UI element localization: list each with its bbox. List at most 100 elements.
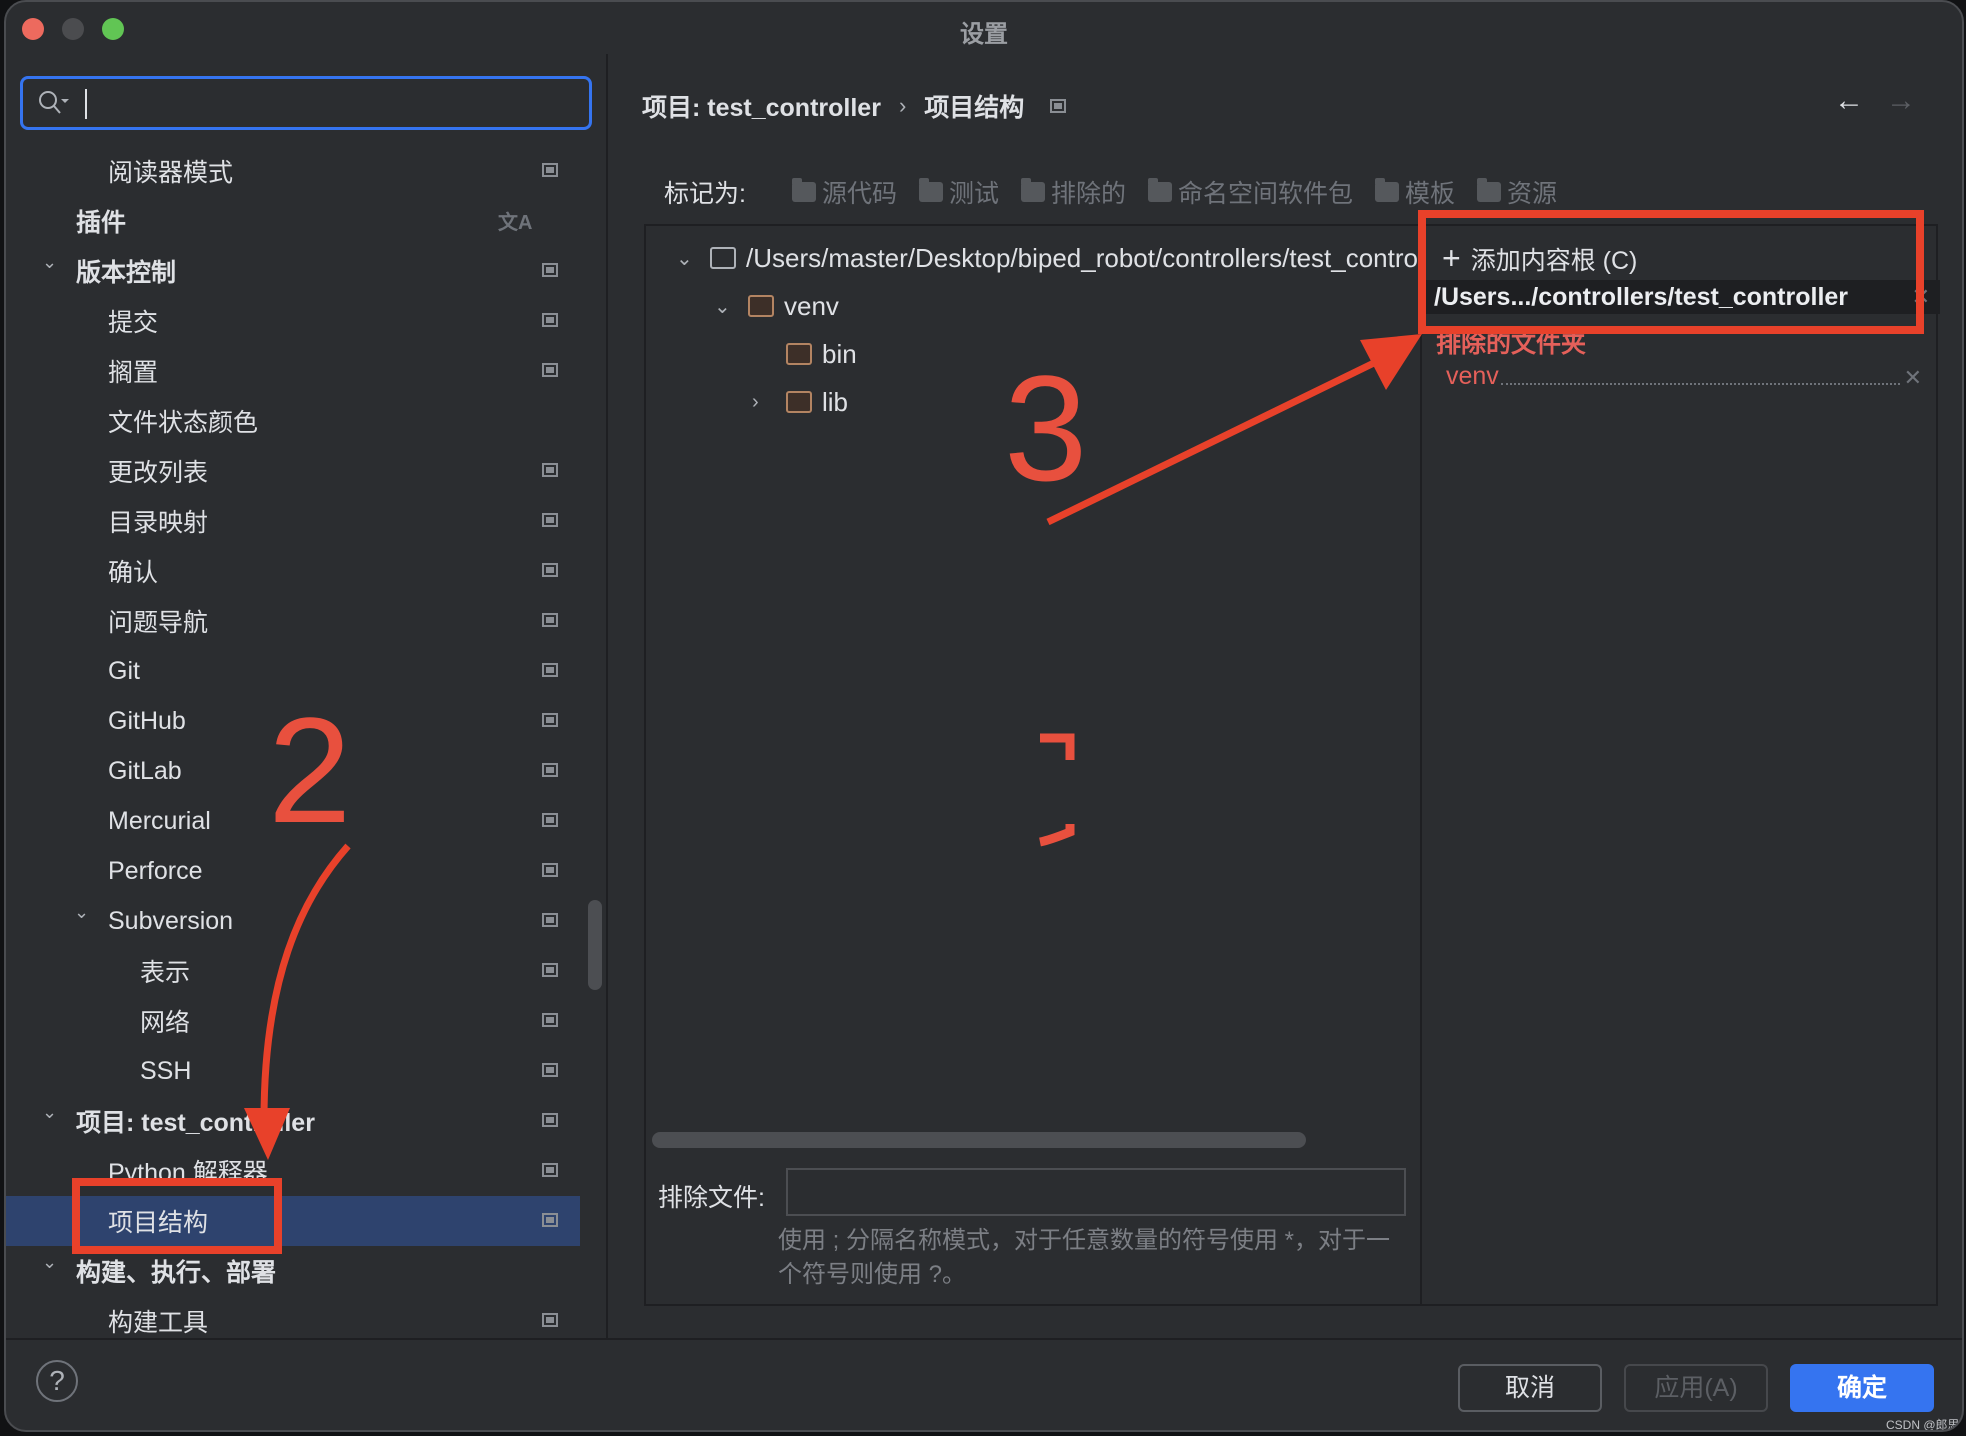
sidebar-item[interactable]: ⌄ 项目: test_controller [6, 1096, 580, 1146]
mark-as-button-label: 测试 [948, 180, 999, 208]
back-arrow-icon[interactable]: ← [1834, 84, 1864, 118]
sidebar-item[interactable]: ⌄ Subversion [6, 896, 580, 946]
sidebar-item-label: 版本控制 [76, 259, 177, 287]
project-scope-icon [542, 913, 558, 927]
sidebar-item[interactable]: GitHub [6, 696, 580, 746]
mark-as-label: 标记为: [664, 180, 746, 208]
mark-as-button[interactable]: 源代码 [791, 174, 897, 210]
mark-as-button[interactable]: 测试 [918, 174, 999, 210]
project-scope-icon [542, 613, 558, 627]
sidebar-item[interactable]: 插件 文A [6, 196, 580, 246]
tree-node[interactable]: ⌄ venv [714, 286, 839, 326]
settings-search-input[interactable] [20, 76, 592, 130]
mark-as-button-label: 资源 [1507, 180, 1558, 208]
sidebar-item[interactable]: 确认 [6, 546, 580, 596]
sidebar-item[interactable]: 搁置 [6, 346, 580, 396]
text-caret [85, 89, 87, 119]
sidebar-item[interactable]: 表示 [6, 946, 580, 996]
mark-as-button[interactable]: 模板 [1375, 174, 1455, 210]
sidebar-item[interactable]: Git [6, 646, 580, 696]
folder-icon [1148, 178, 1172, 202]
chevron-down-icon[interactable]: ⌄ [714, 294, 734, 319]
ok-button[interactable]: 确定 [1790, 1364, 1934, 1412]
sidebar-item-label: 阅读器模式 [108, 159, 234, 187]
settings-window: 设置 阅读器模式 插件 文A ⌄ 版本控制 提交 搁置 文件状态颜色 更改列表 目录映射 确认 问题导… [4, 0, 1964, 1432]
sidebar-item[interactable]: 项目结构 [6, 1196, 580, 1246]
folder-icon [918, 178, 943, 202]
chevron-down-icon[interactable]: ⌄ [74, 902, 94, 922]
breadcrumb-parent[interactable]: 项目: test_controller [642, 88, 881, 124]
exclude-files-input[interactable] [786, 1168, 1406, 1216]
mark-as-button-label: 模板 [1405, 180, 1456, 208]
chevron-right-icon[interactable]: › [752, 391, 772, 414]
chevron-down-icon[interactable]: ⌄ [42, 1102, 62, 1122]
sidebar-item[interactable]: 阅读器模式 [6, 146, 580, 196]
translate-icon: 文A [498, 212, 533, 234]
sidebar-item-label: 构建、执行、部署 [76, 1259, 277, 1287]
project-scope-icon [542, 1013, 558, 1027]
chevron-down-icon[interactable]: ⌄ [676, 246, 696, 271]
sidebar-item[interactable]: GitLab [6, 746, 580, 796]
project-scope-icon [542, 463, 558, 477]
excluded-folder-item[interactable]: venv ✕ [1446, 362, 1922, 391]
remove-excluded-folder-icon[interactable]: ✕ [1904, 365, 1922, 391]
remove-content-root-icon[interactable]: ✕ [1912, 284, 1930, 310]
sidebar-item[interactable]: 文件状态颜色 [6, 396, 580, 446]
mark-as-button[interactable]: 命名空间软件包 [1148, 174, 1353, 210]
tree-node[interactable]: bin [752, 334, 857, 374]
help-button[interactable]: ? [36, 1360, 78, 1402]
project-scope-icon [542, 163, 558, 177]
watermark: CSDN @郎思 [1886, 1418, 1960, 1432]
chevron-down-icon[interactable]: ⌄ [42, 252, 62, 272]
sidebar-item-label: 确认 [108, 559, 159, 587]
add-content-root-label: 添加内容根 (C) [1470, 246, 1638, 275]
sidebar-item[interactable]: 目录映射 [6, 496, 580, 546]
sidebar-item[interactable]: 网络 [6, 996, 580, 1046]
sidebar-item[interactable]: ⌄ 版本控制 [6, 246, 580, 296]
mark-as-button[interactable]: 资源 [1477, 174, 1557, 210]
project-scope-icon [542, 663, 558, 677]
excluded-folder-name: venv [1446, 362, 1499, 390]
sidebar-item[interactable]: 提交 [6, 296, 580, 346]
sidebar-item[interactable]: Python 解释器 [6, 1146, 580, 1196]
project-scope-icon [542, 563, 558, 577]
content-root-row[interactable]: /Users.../controllers/test_controller ✕ [1422, 280, 1940, 314]
sidebar-item[interactable]: Mercurial [6, 796, 580, 846]
tree-node[interactable]: › lib [752, 382, 848, 422]
sidebar-item[interactable]: SSH [6, 1046, 580, 1096]
plus-icon: + [1442, 240, 1461, 276]
sidebar-item[interactable]: Perforce [6, 846, 580, 896]
settings-tree: 阅读器模式插件 文A ⌄ 版本控制提交搁置文件状态颜色 更改列表目录映射确认问题导航 Gi… [6, 146, 580, 1346]
sidebar-item-label: Python 解释器 [108, 1159, 268, 1187]
dialog-footer: ? 取消 应用(A) 确定 CSDN @郎思 [6, 1338, 1962, 1432]
project-scope-icon [542, 1163, 558, 1177]
project-scope-icon [542, 1113, 558, 1127]
sidebar-item-label: 表示 [140, 959, 191, 987]
folder-icon [1477, 178, 1502, 202]
sidebar-item-label: 搁置 [108, 359, 159, 387]
tree-horizontal-scrollbar[interactable] [652, 1132, 1306, 1148]
sidebar-item-label: 目录映射 [108, 509, 209, 537]
sidebar-scrollbar[interactable] [588, 900, 602, 990]
apply-button[interactable]: 应用(A) [1624, 1364, 1768, 1412]
project-scope-icon [542, 263, 558, 277]
project-scope-icon [542, 863, 558, 877]
folder-icon [748, 295, 774, 317]
sidebar-item-label: Git [108, 656, 140, 685]
add-content-root-button[interactable]: + 添加内容根 (C) [1442, 240, 1637, 277]
chevron-down-icon[interactable]: ⌄ [42, 1252, 62, 1272]
sidebar-item-label: 项目: test_controller [76, 1109, 315, 1137]
folder-icon [786, 391, 812, 413]
mark-as-button[interactable]: 排除的 [1020, 174, 1126, 210]
sidebar-item[interactable]: ⌄ 构建、执行、部署 [6, 1246, 580, 1296]
mark-as-button-label: 排除的 [1050, 180, 1126, 208]
tree-node[interactable]: ⌄ /Users/master/Desktop/biped_robot/contr… [676, 238, 1420, 278]
content-root-editor: 排除文件: 使用 ; 分隔名称模式，对于任意数量的符号使用 *，对于一个符号则使… [644, 224, 1940, 1306]
sidebar-item[interactable]: 问题导航 [6, 596, 580, 646]
breadcrumb-current: 项目结构 [924, 94, 1025, 122]
settings-sidebar: 阅读器模式插件 文A ⌄ 版本控制提交搁置文件状态颜色 更改列表目录映射确认问题导航 Gi… [6, 54, 606, 1338]
sidebar-item[interactable]: 更改列表 [6, 446, 580, 496]
sidebar-item-label: Perforce [108, 856, 203, 885]
cancel-button[interactable]: 取消 [1458, 1364, 1602, 1412]
forward-arrow-icon[interactable]: → [1886, 84, 1916, 118]
